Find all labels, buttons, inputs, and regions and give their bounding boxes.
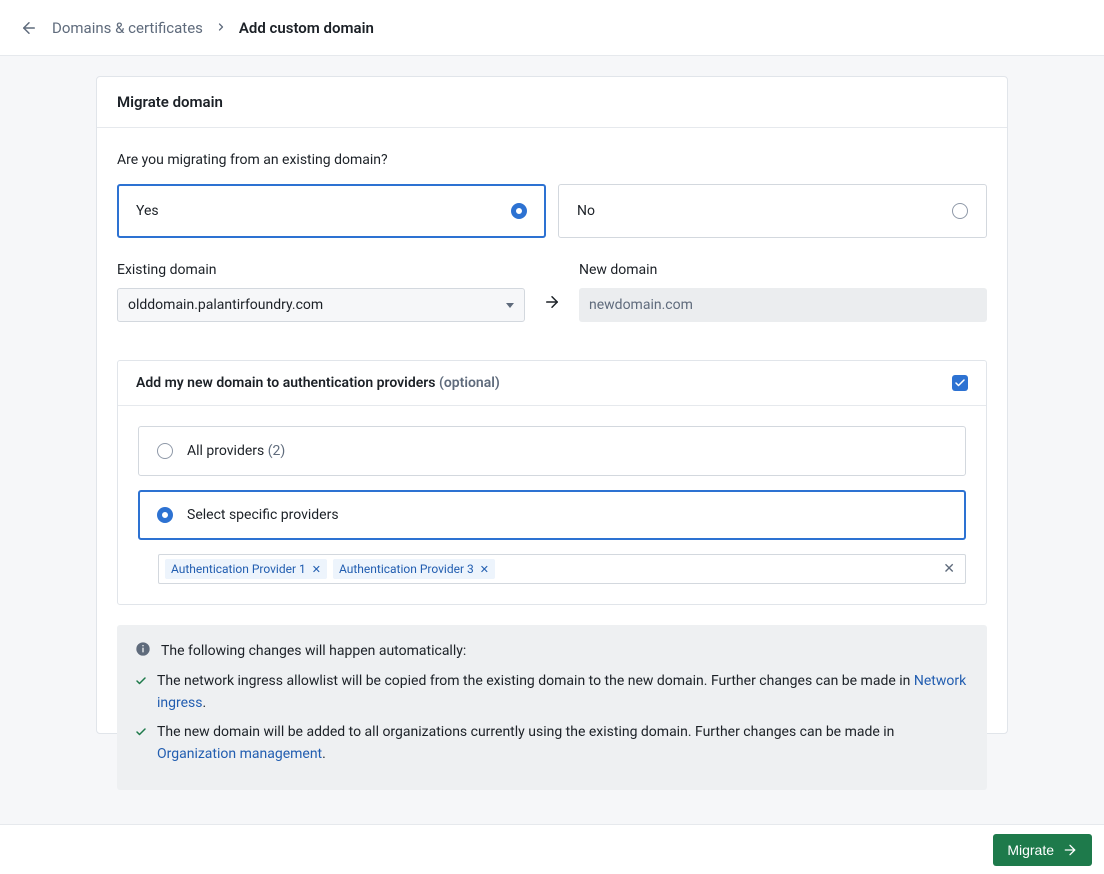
remove-tag-icon[interactable]: ✕ (312, 564, 321, 575)
provider-tag: Authentication Provider 1 ✕ (165, 559, 327, 579)
provider-tag-label: Authentication Provider 3 (339, 562, 474, 576)
page-header: Domains & certificates Add custom domain (0, 0, 1104, 56)
migrate-button[interactable]: Migrate (993, 834, 1092, 866)
auth-optional: (optional) (435, 375, 499, 391)
page-body: Migrate domain Are you migrating from an… (0, 56, 1104, 824)
caret-down-icon (506, 303, 514, 308)
card-title: Migrate domain (97, 77, 1007, 128)
info-text: The new domain will be added to all orga… (157, 722, 969, 765)
info-heading: The following changes will happen automa… (161, 643, 466, 659)
breadcrumb-current: Add custom domain (239, 19, 374, 37)
check-icon (135, 675, 147, 687)
org-management-link[interactable]: Organization management (157, 746, 322, 762)
all-providers-label: All providers (187, 443, 268, 459)
radio-unchecked-icon (157, 443, 173, 459)
info-text: The network ingress allowlist will be co… (157, 671, 969, 714)
auth-title: Add my new domain to authentication prov… (136, 375, 435, 391)
migrate-section: Are you migrating from an existing domai… (97, 128, 1007, 332)
existing-domain-value: olddomain.palantirfoundry.com (128, 297, 323, 313)
provider-tag: Authentication Provider 3 ✕ (333, 559, 495, 579)
domain-row: Existing domain olddomain.palantirfoundr… (117, 262, 987, 322)
back-arrow-icon[interactable] (20, 19, 38, 37)
all-providers-count: (2) (268, 443, 286, 459)
new-domain-value: newdomain.com (589, 297, 693, 313)
auth-card-header: Add my new domain to authentication prov… (118, 361, 986, 406)
radio-checked-icon (511, 203, 527, 219)
arrow-right-icon (543, 269, 561, 315)
existing-domain-col: Existing domain olddomain.palantirfoundr… (117, 262, 525, 322)
info-row2-b: . (322, 746, 326, 762)
migrate-card: Migrate domain Are you migrating from an… (96, 76, 1008, 734)
migrate-radio-row: Yes No (117, 184, 987, 238)
existing-domain-label: Existing domain (117, 262, 525, 278)
chevron-right-icon (215, 19, 227, 37)
radio-checked-icon (157, 507, 173, 523)
info-icon (135, 641, 151, 661)
auth-enabled-checkbox[interactable] (952, 375, 968, 391)
all-providers-option[interactable]: All providers (2) (138, 426, 966, 476)
info-row1-a: The network ingress allowlist will be co… (157, 673, 914, 689)
info-panel: The following changes will happen automa… (117, 625, 987, 790)
no-label: No (577, 203, 595, 219)
radio-unchecked-icon (952, 203, 968, 219)
new-domain-input[interactable]: newdomain.com (579, 288, 987, 322)
provider-tag-label: Authentication Provider 1 (171, 562, 306, 576)
migrate-no-option[interactable]: No (558, 184, 987, 238)
specific-providers-label: Select specific providers (187, 507, 339, 523)
auth-card-body: All providers (2) Select specific provid… (118, 406, 986, 604)
new-domain-col: New domain newdomain.com (579, 262, 987, 322)
specific-providers-option[interactable]: Select specific providers (138, 490, 966, 540)
footer: Migrate (0, 824, 1104, 874)
new-domain-label: New domain (579, 262, 987, 278)
auth-providers-card: Add my new domain to authentication prov… (117, 360, 987, 605)
yes-label: Yes (136, 203, 159, 219)
arrow-right-icon (1062, 842, 1078, 858)
migrate-question: Are you migrating from an existing domai… (117, 152, 987, 168)
info-row1-b: . (203, 695, 207, 711)
clear-tags-icon[interactable]: ✕ (939, 561, 959, 577)
providers-tag-input[interactable]: Authentication Provider 1 ✕ Authenticati… (158, 554, 966, 584)
remove-tag-icon[interactable]: ✕ (480, 564, 489, 575)
migrate-yes-option[interactable]: Yes (117, 184, 546, 238)
migrate-button-label: Migrate (1007, 842, 1054, 858)
existing-domain-select[interactable]: olddomain.palantirfoundry.com (117, 288, 525, 322)
check-icon (135, 726, 147, 738)
info-row2-a: The new domain will be added to all orga… (157, 724, 894, 740)
breadcrumb: Domains & certificates Add custom domain (52, 19, 374, 37)
breadcrumb-parent[interactable]: Domains & certificates (52, 19, 203, 37)
